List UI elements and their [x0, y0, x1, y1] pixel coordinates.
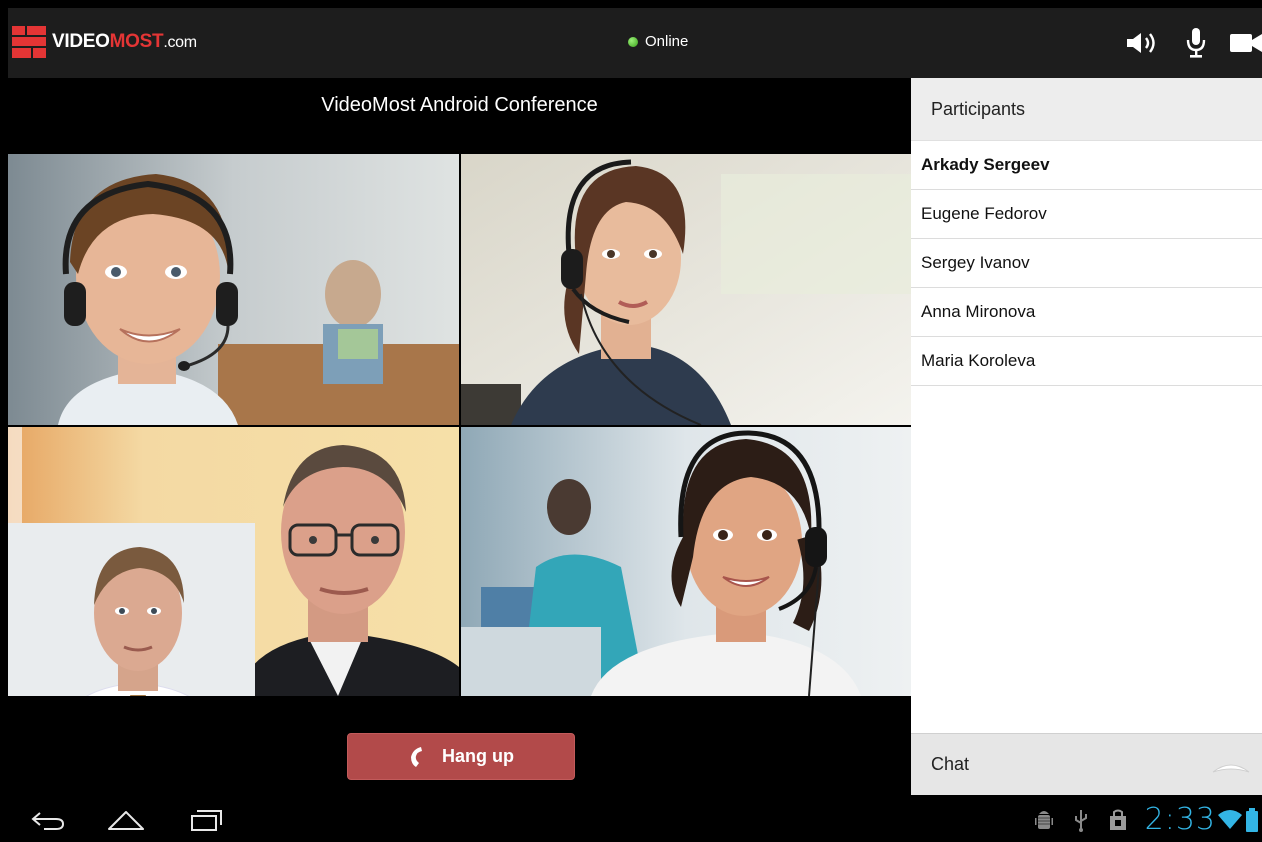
participant-item[interactable]: Eugene Fedorov — [911, 190, 1262, 239]
home-icon[interactable] — [96, 806, 156, 834]
participants-panel: Participants Arkady Sergeev Eugene Fedor… — [911, 78, 1262, 795]
android-debug-icon — [1034, 808, 1053, 832]
status-tray: 2:33 — [1015, 802, 1258, 837]
online-indicator-icon — [628, 36, 638, 47]
chevron-up-icon[interactable] — [1212, 758, 1250, 779]
app-header: VIDEOMOST.com Online — [8, 8, 1262, 78]
logo-mark-icon — [12, 26, 46, 58]
call-controls — [1108, 26, 1262, 60]
participants-header: Participants — [911, 78, 1262, 141]
hang-up-label: Hang up — [442, 746, 514, 766]
system-navigation-bar: 2:33 — [8, 796, 1262, 842]
usb-icon — [1073, 808, 1089, 832]
participant-item[interactable]: Maria Koroleva — [911, 337, 1262, 386]
speaker-icon[interactable] — [1122, 26, 1162, 60]
camera-icon[interactable] — [1230, 26, 1262, 60]
clock: 2:33 — [1144, 802, 1216, 837]
connection-status: Online — [628, 33, 688, 50]
videomost-logo: VIDEOMOST.com — [12, 26, 197, 58]
wifi-icon — [1218, 809, 1242, 831]
call-footer: Hang up — [8, 696, 911, 796]
participant-item[interactable]: Arkady Sergeev — [911, 141, 1262, 190]
microphone-icon[interactable] — [1176, 26, 1216, 60]
video-tile[interactable] — [461, 427, 911, 696]
shopping-bag-icon — [1109, 809, 1127, 831]
participants-list: Arkady Sergeev Eugene Fedorov Sergey Iva… — [911, 141, 1262, 386]
chat-bar[interactable]: Chat — [911, 733, 1262, 795]
status-label: Online — [645, 33, 689, 50]
logo-text-video: VIDEO — [52, 31, 110, 52]
hang-up-button[interactable]: Hang up — [347, 733, 575, 780]
conference-header: VideoMost Android Conference — [8, 78, 911, 154]
battery-icon — [1246, 807, 1258, 832]
conference-title: VideoMost Android Conference — [321, 94, 598, 116]
logo-text-most: MOST — [109, 31, 164, 52]
video-tile[interactable] — [8, 154, 459, 425]
back-icon[interactable] — [18, 806, 78, 834]
chat-label: Chat — [931, 754, 970, 774]
phone-icon — [408, 746, 426, 768]
participant-item[interactable]: Anna Mironova — [911, 288, 1262, 337]
logo-text-com: .com — [163, 34, 197, 51]
video-tile[interactable] — [461, 154, 911, 425]
participant-item[interactable]: Sergey Ivanov — [911, 239, 1262, 288]
self-preview-video[interactable] — [8, 523, 255, 721]
logo-text: VIDEOMOST.com — [52, 31, 197, 53]
recent-apps-icon[interactable] — [176, 806, 236, 834]
